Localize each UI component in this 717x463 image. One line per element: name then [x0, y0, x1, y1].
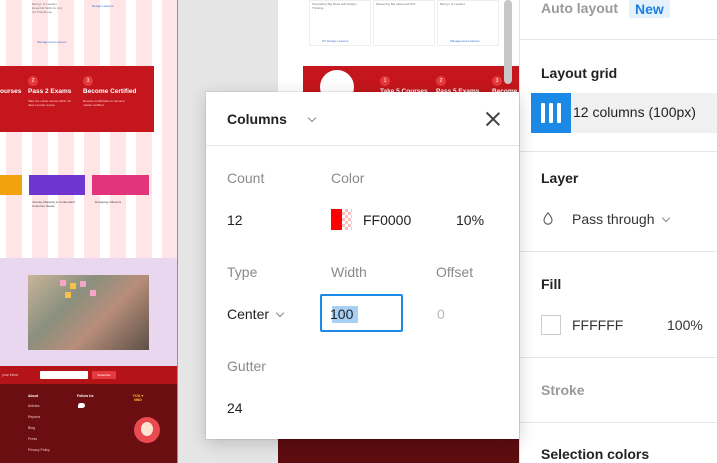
step-number: 3 [83, 76, 93, 86]
count-label: Count [227, 170, 265, 186]
layout-grid-summary: 12 columns (100px) [573, 104, 696, 120]
course-card-image [29, 175, 85, 195]
card-link[interactable]: Management Lessons [37, 40, 67, 44]
step-title: Pass 2 Exams [28, 88, 72, 95]
team-photo [28, 275, 149, 350]
step-title: Become Certified [83, 88, 137, 95]
count-input[interactable]: 12 [227, 212, 243, 228]
offset-input[interactable]: 0 [437, 306, 445, 322]
fill-hex-value[interactable]: FFFFFF [572, 317, 623, 333]
card-link[interactable]: Management Lessons [450, 39, 480, 43]
sticky-note [70, 283, 76, 289]
course-card-title: Measuring Big Ideas and ROI [376, 2, 416, 6]
auto-layout-title[interactable]: Auto layout [541, 0, 618, 16]
fill-opacity-value[interactable]: 100% [667, 317, 703, 333]
color-opacity-input[interactable]: 10% [456, 212, 484, 228]
course-card-image [92, 175, 149, 195]
layout-grid-settings-popup: Columns Count 12 Color FF0000 10% Type C… [206, 92, 519, 439]
selection-colors-section: Selection colors [520, 422, 717, 463]
color-label: Color [331, 170, 365, 186]
layer-title: Layer [541, 170, 579, 186]
sticky-note [65, 292, 71, 298]
layout-grid-title: Layout grid [541, 65, 618, 81]
step-title: ourses [0, 88, 22, 95]
mascot-icon [134, 417, 160, 443]
course-card-title: Being L.O Leaders [440, 2, 466, 6]
chevron-down-icon[interactable] [307, 113, 317, 123]
footer-link[interactable]: Reports [28, 415, 40, 419]
close-icon[interactable] [484, 110, 502, 128]
blend-mode-drop-icon [543, 212, 553, 225]
course-card-title: Storytelling Big Ideas with Design Think… [312, 2, 357, 10]
width-input[interactable] [330, 305, 390, 323]
blend-mode-select[interactable]: Pass through [572, 211, 670, 227]
gutter-label: Gutter [227, 358, 266, 374]
fill-title: Fill [541, 276, 562, 292]
step-number: 1 [380, 76, 390, 86]
color-swatch-solid [331, 209, 342, 230]
stroke-title[interactable]: Stroke [541, 382, 585, 398]
card-link[interactable]: UX Design Lessons [322, 39, 348, 43]
newsletter-email-input[interactable] [40, 371, 88, 379]
fill-section: Fill [520, 251, 717, 357]
card-title: Being L.O Leaders Essential Skills for A… [32, 2, 63, 14]
layer-section: Layer [520, 151, 717, 251]
footer-link[interactable]: Blog [28, 426, 35, 430]
columns-grid-icon[interactable] [531, 93, 571, 133]
step-description: Receive certification to become master c… [83, 99, 125, 107]
course-card-title: Designing Influence [95, 200, 122, 204]
course-card [373, 0, 435, 46]
offset-label: Offset [436, 264, 474, 280]
footer-link[interactable]: Privacy Policy [28, 448, 50, 452]
step-number: 3 [492, 76, 502, 86]
fill-color-swatch[interactable] [541, 315, 561, 335]
canvas-scrollbar[interactable] [504, 0, 512, 84]
gutter-input[interactable]: 24 [227, 400, 243, 416]
footer-heading: About [28, 394, 39, 398]
grid-type-select[interactable]: Columns [227, 111, 287, 127]
type-select[interactable]: Center [227, 306, 285, 322]
chevron-down-icon [275, 308, 285, 318]
type-select-value: Center [227, 306, 270, 322]
step-number: 2 [436, 76, 446, 86]
color-hex-input[interactable]: FF0000 [363, 212, 411, 228]
selection-colors-title[interactable]: Selection colors [541, 446, 649, 462]
width-input-box[interactable] [320, 294, 403, 332]
footer-heading: Follow Us [77, 394, 94, 398]
twitter-icon[interactable] [78, 403, 85, 408]
popup-header: Columns [206, 92, 519, 146]
site-footer [278, 436, 519, 463]
properties-panel: Auto layout New Layout grid 12 columns (… [519, 0, 717, 463]
sticky-note [60, 280, 66, 286]
width-label: Width [331, 264, 367, 280]
step-description: Take the online exams within 10 days of … [28, 99, 71, 107]
newsletter-strip [0, 366, 177, 384]
new-badge: New [629, 0, 670, 18]
course-card-title: Journey Mapping to Understand Customer N… [32, 200, 75, 208]
sticky-note [80, 281, 86, 287]
blend-mode-value: Pass through [572, 211, 655, 227]
type-label: Type [227, 264, 258, 280]
course-card-image [0, 175, 22, 195]
newsletter-text: your inbox [2, 373, 19, 377]
stroke-section: Stroke [520, 357, 717, 422]
footer-badge-text: YOU ♥ NNG [132, 394, 144, 402]
step-number: 2 [28, 76, 38, 86]
color-swatch-checker [342, 209, 352, 230]
card-link[interactable]: Design Lessons [92, 4, 113, 8]
footer-link[interactable]: Press [28, 437, 37, 441]
footer-link[interactable]: Articles [28, 404, 39, 408]
sticky-note [90, 290, 96, 296]
layout-grid-row[interactable]: 12 columns (100px) [531, 93, 717, 133]
grid-color-swatch[interactable] [331, 209, 352, 230]
canvas-frame-left[interactable]: Being L.O Leaders Essential Skills for A… [0, 0, 178, 463]
chevron-down-icon [661, 213, 670, 223]
subscribe-button[interactable]: Subscribe [92, 371, 116, 379]
